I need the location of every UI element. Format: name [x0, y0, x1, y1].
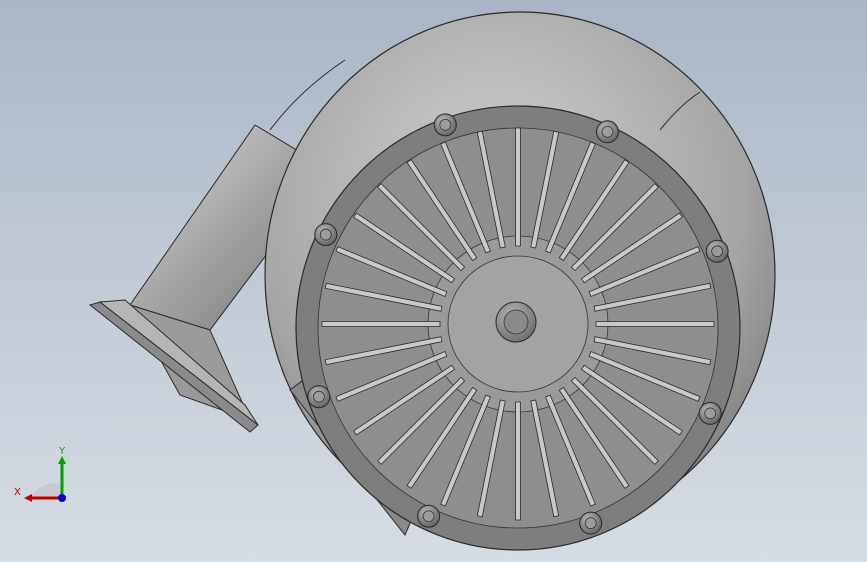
bolt-icon [307, 385, 331, 409]
impeller-vane [515, 127, 521, 247]
bolt-icon [595, 120, 619, 144]
impeller-vane [595, 321, 715, 327]
impeller-vane [321, 321, 441, 327]
bolt-icon [417, 504, 441, 528]
bolt-icon [698, 401, 722, 425]
impeller-hub [495, 301, 537, 343]
z-axis-icon [58, 494, 66, 502]
y-axis-label: Y [58, 446, 66, 457]
bolt-icon [314, 223, 338, 247]
bolt-icon [705, 239, 729, 263]
orientation-triad: X Y [14, 446, 66, 502]
bolt-icon [579, 511, 603, 535]
blower-model[interactable] [0, 0, 867, 562]
x-axis-label: X [14, 487, 21, 498]
3d-viewport[interactable]: X Y [0, 0, 867, 562]
impeller-vane [515, 401, 521, 521]
triad-plane-icon [30, 483, 62, 498]
bolt-icon [433, 113, 457, 137]
